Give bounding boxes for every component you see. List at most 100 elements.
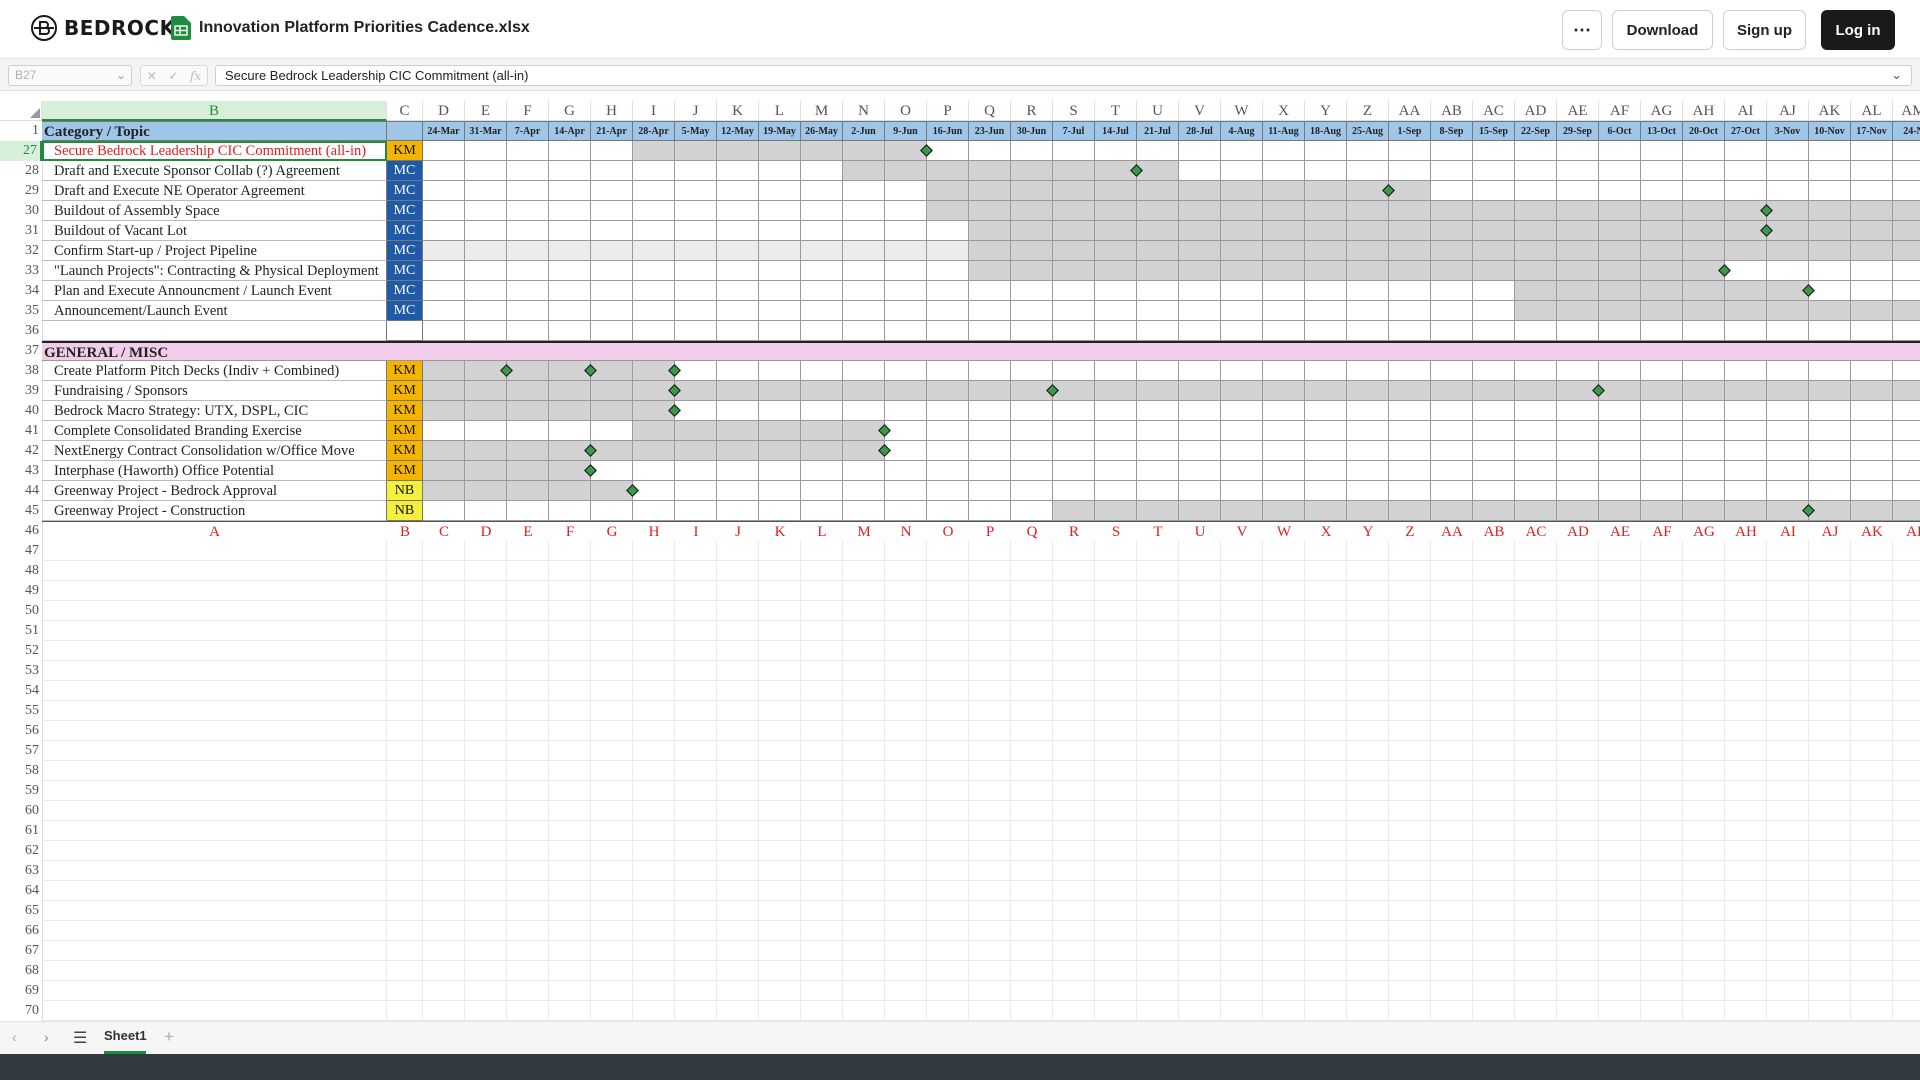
gantt-cell[interactable] <box>1599 181 1641 201</box>
gantt-cell[interactable] <box>1473 281 1515 301</box>
gantt-cell[interactable] <box>1515 141 1557 161</box>
gantt-cell[interactable] <box>1221 261 1263 281</box>
header-category-cell[interactable]: Category / Topic <box>42 121 387 141</box>
gantt-cell[interactable] <box>801 441 843 461</box>
gantt-cell[interactable] <box>801 361 843 381</box>
gantt-cell[interactable] <box>1221 321 1263 341</box>
gantt-cell[interactable] <box>1179 181 1221 201</box>
gantt-cell[interactable] <box>1095 401 1137 421</box>
gantt-cell[interactable] <box>1137 141 1179 161</box>
gantt-cell[interactable] <box>927 221 969 241</box>
task-name-cell[interactable]: Greenway Project - Construction <box>42 501 387 521</box>
gantt-cell[interactable] <box>1263 481 1305 501</box>
gantt-cell[interactable] <box>1683 361 1725 381</box>
gantt-cell[interactable] <box>969 461 1011 481</box>
week-header-cell[interactable]: 12-May <box>717 121 759 141</box>
gantt-cell[interactable] <box>1515 321 1557 341</box>
task-name-cell[interactable]: Complete Consolidated Branding Exercise <box>42 421 387 441</box>
gantt-cell[interactable] <box>1641 481 1683 501</box>
gantt-cell[interactable] <box>1473 301 1515 321</box>
gantt-cell[interactable] <box>465 381 507 401</box>
gantt-cell[interactable] <box>507 501 549 521</box>
gantt-cell[interactable] <box>759 221 801 241</box>
gantt-cell[interactable] <box>1431 501 1473 521</box>
week-header-cell[interactable]: 20-Oct <box>1683 121 1725 141</box>
gantt-cell[interactable] <box>717 441 759 461</box>
row-number[interactable]: 31 <box>0 221 42 241</box>
gantt-cell[interactable] <box>1305 441 1347 461</box>
gantt-cell[interactable] <box>675 501 717 521</box>
gantt-cell[interactable] <box>1179 361 1221 381</box>
task-name-cell[interactable]: Confirm Start-up / Project Pipeline <box>42 241 387 261</box>
gantt-cell[interactable] <box>1263 361 1305 381</box>
formula-input[interactable]: Secure Bedrock Leadership CIC Commitment… <box>215 65 1912 86</box>
gantt-cell[interactable] <box>1305 461 1347 481</box>
gantt-cell[interactable] <box>1683 301 1725 321</box>
gantt-cell[interactable] <box>1893 421 1920 441</box>
gantt-cell[interactable] <box>591 441 633 461</box>
gantt-cell[interactable] <box>591 181 633 201</box>
gantt-cell[interactable] <box>843 181 885 201</box>
task-name-cell[interactable]: Greenway Project - Bedrock Approval <box>42 481 387 501</box>
gantt-cell[interactable] <box>1347 221 1389 241</box>
task-name-cell[interactable]: NextEnergy Contract Consolidation w/Offi… <box>42 441 387 461</box>
gantt-cell[interactable] <box>1431 161 1473 181</box>
gantt-cell[interactable] <box>1137 221 1179 241</box>
gantt-cell[interactable] <box>1893 501 1920 521</box>
gantt-cell[interactable] <box>507 281 549 301</box>
gantt-cell[interactable] <box>1473 261 1515 281</box>
gantt-cell[interactable] <box>1347 201 1389 221</box>
gantt-cell[interactable] <box>1893 401 1920 421</box>
gantt-cell[interactable] <box>1599 381 1641 401</box>
gantt-cell[interactable] <box>1599 301 1641 321</box>
gantt-cell[interactable] <box>843 501 885 521</box>
gantt-cell[interactable] <box>1221 421 1263 441</box>
gantt-cell[interactable] <box>1221 501 1263 521</box>
column-header-AB[interactable]: AB <box>1431 101 1473 121</box>
gantt-cell[interactable] <box>1221 481 1263 501</box>
gantt-cell[interactable] <box>1767 381 1809 401</box>
week-header-cell[interactable]: 3-Nov <box>1767 121 1809 141</box>
gantt-cell[interactable] <box>1137 461 1179 481</box>
week-header-cell[interactable]: 28-Apr <box>633 121 675 141</box>
column-header-L[interactable]: L <box>759 101 801 121</box>
gantt-cell[interactable] <box>927 141 969 161</box>
gantt-cell[interactable] <box>801 301 843 321</box>
gantt-cell[interactable] <box>1137 261 1179 281</box>
gantt-cell[interactable] <box>969 281 1011 301</box>
gantt-cell[interactable] <box>549 481 591 501</box>
gantt-cell[interactable] <box>507 261 549 281</box>
gantt-cell[interactable] <box>1389 321 1431 341</box>
gantt-cell[interactable] <box>759 481 801 501</box>
gantt-cell[interactable] <box>843 381 885 401</box>
gantt-cell[interactable] <box>1599 321 1641 341</box>
gantt-cell[interactable] <box>1683 221 1725 241</box>
row-number[interactable]: 61 <box>0 821 42 841</box>
gantt-cell[interactable] <box>1851 441 1893 461</box>
gantt-cell[interactable] <box>1515 481 1557 501</box>
gantt-cell[interactable] <box>1011 221 1053 241</box>
gantt-cell[interactable] <box>1641 401 1683 421</box>
gantt-cell[interactable] <box>1515 181 1557 201</box>
gantt-cell[interactable] <box>465 401 507 421</box>
gantt-cell[interactable] <box>1095 481 1137 501</box>
gantt-cell[interactable] <box>465 441 507 461</box>
gantt-cell[interactable] <box>423 501 465 521</box>
gantt-cell[interactable] <box>465 221 507 241</box>
row-number[interactable]: 45 <box>0 501 42 521</box>
gantt-cell[interactable] <box>801 281 843 301</box>
gantt-cell[interactable] <box>1221 301 1263 321</box>
gantt-cell[interactable] <box>675 441 717 461</box>
gantt-cell[interactable] <box>1389 481 1431 501</box>
week-header-cell[interactable]: 18-Aug <box>1305 121 1347 141</box>
gantt-cell[interactable] <box>1431 141 1473 161</box>
gantt-cell[interactable] <box>465 201 507 221</box>
week-header-cell[interactable]: 13-Oct <box>1641 121 1683 141</box>
gantt-cell[interactable] <box>1473 161 1515 181</box>
gantt-cell[interactable] <box>1011 361 1053 381</box>
gantt-cell[interactable] <box>507 321 549 341</box>
gantt-cell[interactable] <box>759 181 801 201</box>
gantt-cell[interactable] <box>1221 361 1263 381</box>
gantt-cell[interactable] <box>1011 401 1053 421</box>
column-header-AF[interactable]: AF <box>1599 101 1641 121</box>
